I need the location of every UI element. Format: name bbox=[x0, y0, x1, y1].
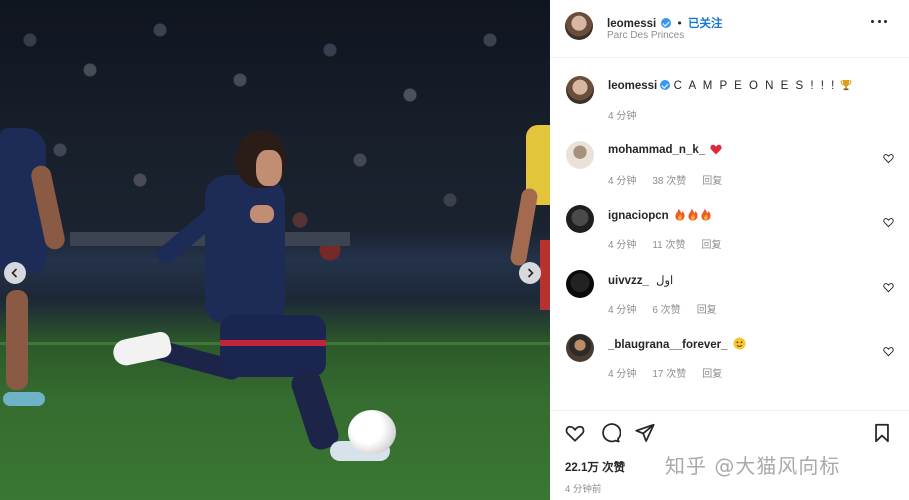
comment-time: 4 分钟 bbox=[608, 305, 637, 316]
comment-meta: 4 分钟 17 次赞 回复 bbox=[608, 365, 738, 380]
comment-text-line: _blaugrana__forever_ bbox=[608, 337, 746, 351]
share-paper-plane-icon[interactable] bbox=[634, 422, 656, 444]
post-side-panel: leomessi • 已关注 Parc Des Princes leomessi… bbox=[550, 0, 909, 500]
like-comment-heart-icon[interactable] bbox=[883, 217, 894, 228]
caption-meta: 4 分钟 bbox=[608, 107, 652, 122]
author-avatar[interactable] bbox=[565, 12, 593, 40]
bookmark-save-icon[interactable] bbox=[871, 422, 893, 444]
comment-avatar[interactable] bbox=[566, 334, 594, 362]
yellow-face-emoji-icon bbox=[733, 337, 746, 350]
comment-username[interactable]: mohammad_n_k_ bbox=[608, 144, 705, 156]
comment-meta: 4 分钟 38 次赞 回复 bbox=[608, 172, 738, 187]
like-comment-heart-icon[interactable] bbox=[883, 282, 894, 293]
comment-meta: 4 分钟 11 次赞 回复 bbox=[608, 236, 738, 251]
comment-item: _blaugrana__forever_ 4 分钟 17 次赞 回复 bbox=[566, 334, 896, 384]
comment-item: mohammad_n_k_ 4 分钟 38 次赞 回复 bbox=[566, 141, 896, 191]
more-options-icon[interactable] bbox=[871, 18, 887, 24]
comment-username[interactable]: ignaciopcn bbox=[608, 210, 669, 222]
comment-text-line: mohammad_n_k_ bbox=[608, 144, 722, 156]
player-shorts-stripe bbox=[220, 340, 326, 346]
post-photo[interactable] bbox=[0, 0, 550, 500]
caption-avatar[interactable] bbox=[566, 76, 594, 104]
caption-text: C A M P E O N E S ! ! ! bbox=[673, 80, 837, 92]
comment-reply-button[interactable]: 回复 bbox=[702, 240, 722, 251]
comment-time: 4 分钟 bbox=[608, 240, 637, 251]
comment-text-line: ignaciopcn bbox=[608, 208, 714, 222]
caption-time: 4 分钟 bbox=[608, 111, 637, 122]
player-right-hand bbox=[250, 205, 274, 223]
post-time: 4 分钟前 bbox=[565, 484, 602, 495]
author-username[interactable]: leomessi bbox=[607, 18, 656, 30]
comment-reply-button[interactable]: 回复 bbox=[702, 176, 722, 187]
chevron-right-icon bbox=[527, 268, 534, 278]
author-line: leomessi • 已关注 bbox=[607, 12, 723, 31]
comment-username[interactable]: uivvzz_ bbox=[608, 275, 649, 287]
comment-likes[interactable]: 17 次赞 bbox=[652, 369, 686, 380]
football bbox=[348, 410, 396, 454]
comment-likes[interactable]: 6 次赞 bbox=[652, 305, 680, 316]
player-face bbox=[256, 150, 282, 186]
like-comment-heart-icon[interactable] bbox=[883, 346, 894, 357]
comment-avatar[interactable] bbox=[566, 270, 594, 298]
red-heart-emoji-icon bbox=[710, 144, 722, 155]
trophy-icon bbox=[840, 80, 851, 91]
caption-text-line: leomessi C A M P E O N E S ! ! ! bbox=[608, 79, 852, 92]
like-comment-heart-icon[interactable] bbox=[883, 153, 894, 164]
right-player-shorts bbox=[540, 240, 550, 310]
player-front-leg bbox=[288, 367, 342, 453]
chevron-left-icon bbox=[11, 268, 18, 278]
left-player-shoe bbox=[3, 392, 45, 406]
watermark-text: 知乎 @大猫风向标 bbox=[665, 454, 841, 478]
comment-text-line: uivvzz_ اول bbox=[608, 273, 673, 287]
verified-badge-icon bbox=[660, 80, 671, 90]
post-header: leomessi • 已关注 Parc Des Princes bbox=[550, 0, 909, 58]
left-player-leg bbox=[6, 290, 28, 390]
comment-time: 4 分钟 bbox=[608, 369, 637, 380]
player-shorts bbox=[220, 315, 326, 377]
like-heart-icon[interactable] bbox=[564, 422, 586, 444]
separator-dot: • bbox=[676, 17, 683, 30]
comment-bubble-icon[interactable] bbox=[599, 422, 621, 444]
comment-reply-button[interactable]: 回复 bbox=[702, 369, 722, 380]
verified-badge-icon bbox=[661, 18, 672, 28]
carousel-next-button[interactable] bbox=[519, 262, 541, 284]
likes-count[interactable]: 22.1万 次赞 bbox=[565, 459, 625, 475]
comment-time: 4 分钟 bbox=[608, 176, 637, 187]
caption-username[interactable]: leomessi bbox=[608, 80, 657, 92]
comment-likes[interactable]: 38 次赞 bbox=[652, 176, 686, 187]
follow-status-button[interactable]: 已关注 bbox=[688, 18, 723, 30]
comment-item: ignaciopcn 4 分钟 11 次赞 回复 bbox=[566, 205, 896, 255]
comment-text: اول bbox=[656, 275, 674, 287]
carousel-prev-button[interactable] bbox=[4, 262, 26, 284]
comment-avatar[interactable] bbox=[566, 141, 594, 169]
comment-avatar[interactable] bbox=[566, 205, 594, 233]
player-back-shoe bbox=[110, 330, 174, 368]
comment-item: uivvzz_ اول 4 分钟 6 次赞 回复 bbox=[566, 270, 896, 320]
post-location[interactable]: Parc Des Princes bbox=[607, 30, 684, 41]
comment-username[interactable]: _blaugrana__forever_ bbox=[608, 339, 728, 351]
comment-meta: 4 分钟 6 次赞 回复 bbox=[608, 301, 733, 316]
comment-likes[interactable]: 11 次赞 bbox=[652, 240, 685, 251]
player-jersey bbox=[205, 175, 285, 323]
fire-emoji-icon bbox=[675, 209, 711, 221]
comment-reply-button[interactable]: 回复 bbox=[697, 305, 717, 316]
